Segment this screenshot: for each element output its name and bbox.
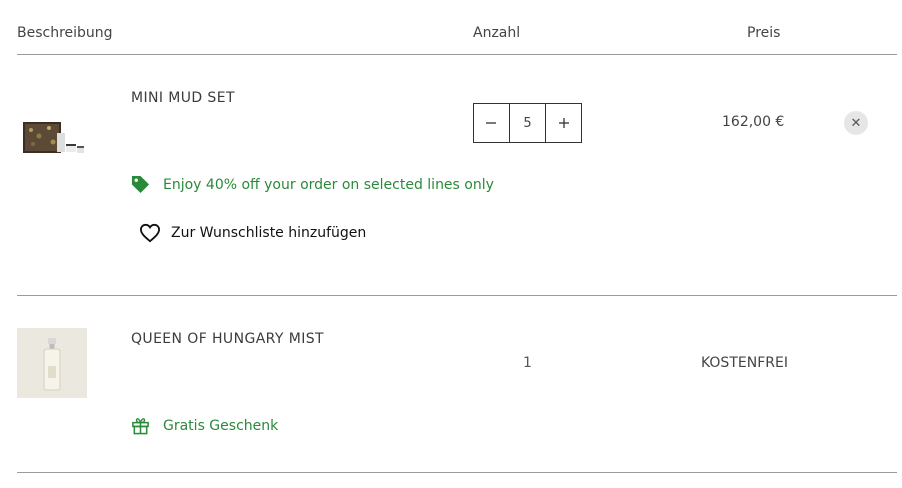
quantity-input[interactable]: 5 xyxy=(508,104,547,142)
close-icon: ✕ xyxy=(850,115,862,131)
spray-bottle-product-image xyxy=(17,328,87,398)
header-price: Preis xyxy=(747,25,781,41)
product-image-mini-mud-set[interactable] xyxy=(17,102,87,172)
product-name[interactable]: MINI MUD SET xyxy=(131,90,235,106)
increase-quantity-button[interactable] xyxy=(546,104,581,142)
tag-icon xyxy=(131,175,150,194)
product-name[interactable]: QUEEN OF HUNGARY MIST xyxy=(131,331,324,347)
gift-icon xyxy=(132,418,149,435)
free-gift-message: Gratis Geschenk xyxy=(131,416,278,435)
header-quantity: Anzahl xyxy=(473,25,521,41)
remove-item-button[interactable]: ✕ xyxy=(844,111,868,135)
promo-text: Enjoy 40% off your order on selected lin… xyxy=(163,176,494,193)
item-divider xyxy=(17,295,897,296)
heart-icon xyxy=(139,223,161,243)
plus-icon xyxy=(558,118,569,128)
decrease-quantity-button[interactable] xyxy=(474,104,509,142)
header-description: Beschreibung xyxy=(17,25,113,41)
product-image-queen-of-hungary-mist[interactable] xyxy=(17,328,87,398)
add-to-wishlist-button[interactable]: Zur Wunschliste hinzufügen xyxy=(139,223,366,243)
quantity-value: 1 xyxy=(523,355,532,371)
wishlist-label: Zur Wunschliste hinzufügen xyxy=(171,225,367,241)
header-divider xyxy=(17,54,897,55)
minus-icon xyxy=(486,122,497,124)
item-divider xyxy=(17,472,897,473)
product-price: 162,00 € xyxy=(722,114,785,130)
quantity-stepper: 5 xyxy=(473,103,582,143)
promo-message: Enjoy 40% off your order on selected lin… xyxy=(131,175,494,194)
gift-box-product-image xyxy=(17,102,87,162)
product-price: KOSTENFREI xyxy=(701,355,788,371)
free-gift-text: Gratis Geschenk xyxy=(163,417,279,434)
